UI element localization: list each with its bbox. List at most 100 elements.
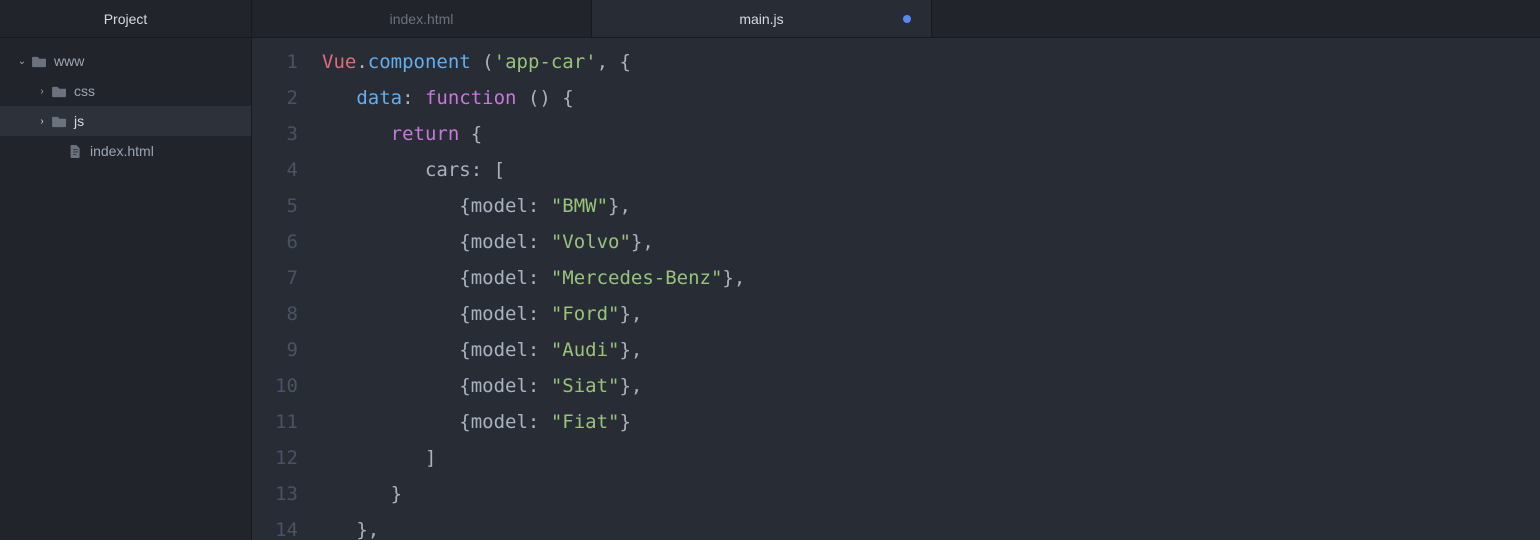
code-area[interactable]: Vue.component ('app-car', { data: functi…: [310, 44, 1540, 540]
folder-icon: [50, 85, 68, 98]
line-number: 8: [252, 296, 298, 332]
code-line[interactable]: {model: "Mercedes-Benz"},: [322, 260, 1540, 296]
token: },: [322, 519, 379, 540]
token: },: [631, 231, 654, 253]
dirty-indicator-icon: [903, 15, 911, 23]
token: [322, 87, 356, 109]
token: model: [471, 195, 528, 217]
tree-item-label: index.html: [90, 143, 154, 159]
line-number: 13: [252, 476, 298, 512]
token: :: [528, 339, 551, 361]
token: , {: [597, 51, 631, 73]
code-line[interactable]: {model: "Ford"},: [322, 296, 1540, 332]
token: return: [391, 123, 460, 145]
line-number: 2: [252, 80, 298, 116]
token: "Audi": [551, 339, 620, 361]
token: Vue: [322, 51, 356, 73]
token: },: [619, 303, 642, 325]
line-number: 12: [252, 440, 298, 476]
token: }: [322, 483, 402, 505]
token: .: [356, 51, 367, 73]
tree-item-index-html[interactable]: index.html: [0, 136, 251, 166]
token: },: [619, 339, 642, 361]
line-number: 3: [252, 116, 298, 152]
line-number: 9: [252, 332, 298, 368]
file-icon: [66, 145, 84, 158]
token: :: [528, 231, 551, 253]
token: [322, 123, 391, 145]
token: function: [425, 87, 517, 109]
sidebar-title: Project: [0, 0, 251, 38]
token: :: [528, 303, 551, 325]
token: data: [356, 87, 402, 109]
line-number: 10: [252, 368, 298, 404]
editor[interactable]: 1234567891011121314 Vue.component ('app-…: [252, 38, 1540, 540]
token: () {: [517, 87, 574, 109]
token: {: [322, 339, 471, 361]
token: model: [471, 231, 528, 253]
line-number: 1: [252, 44, 298, 80]
folder-icon: [50, 115, 68, 128]
chevron-icon: ⌄: [14, 56, 30, 67]
token: {: [459, 123, 482, 145]
token: :: [528, 195, 551, 217]
tab-label: index.html: [390, 11, 454, 27]
tree-item-css[interactable]: › css: [0, 76, 251, 106]
token: [322, 159, 425, 181]
code-line[interactable]: {model: "BMW"},: [322, 188, 1540, 224]
token: {: [322, 267, 471, 289]
token: 'app-car': [494, 51, 597, 73]
token: }: [619, 411, 630, 433]
line-number: 4: [252, 152, 298, 188]
main-panel: index.htmlmain.js 1234567891011121314 Vu…: [252, 0, 1540, 540]
tab-index-html[interactable]: index.html: [252, 0, 592, 37]
token: (: [471, 51, 494, 73]
file-tree: ⌄ www › css › js index.html: [0, 38, 251, 166]
token: "Siat": [551, 375, 620, 397]
code-line[interactable]: cars: [: [322, 152, 1540, 188]
token: },: [608, 195, 631, 217]
tree-item-www[interactable]: ⌄ www: [0, 46, 251, 76]
code-line[interactable]: }: [322, 476, 1540, 512]
chevron-icon: ›: [34, 116, 50, 127]
token: "Ford": [551, 303, 620, 325]
chevron-icon: ›: [34, 86, 50, 97]
tree-item-js[interactable]: › js: [0, 106, 251, 136]
line-number: 7: [252, 260, 298, 296]
token: {: [322, 195, 471, 217]
code-line[interactable]: {model: "Audi"},: [322, 332, 1540, 368]
token: {: [322, 303, 471, 325]
code-line[interactable]: {model: "Volvo"},: [322, 224, 1540, 260]
token: model: [471, 303, 528, 325]
sidebar: Project ⌄ www › css › js index.html: [0, 0, 252, 540]
token: model: [471, 375, 528, 397]
token: "Mercedes-Benz": [551, 267, 723, 289]
code-line[interactable]: data: function () {: [322, 80, 1540, 116]
line-number: 14: [252, 512, 298, 540]
code-line[interactable]: {model: "Fiat"}: [322, 404, 1540, 440]
tab-label: main.js: [739, 11, 783, 27]
code-line[interactable]: {model: "Siat"},: [322, 368, 1540, 404]
code-line[interactable]: ]: [322, 440, 1540, 476]
code-line[interactable]: return {: [322, 116, 1540, 152]
token: "Volvo": [551, 231, 631, 253]
token: model: [471, 339, 528, 361]
token: },: [619, 375, 642, 397]
tree-item-label: css: [74, 83, 95, 99]
token: :: [528, 375, 551, 397]
tab-main-js[interactable]: main.js: [592, 0, 932, 37]
gutter: 1234567891011121314: [252, 44, 310, 540]
tree-item-label: www: [54, 53, 84, 69]
token: :: [528, 411, 551, 433]
line-number: 5: [252, 188, 298, 224]
token: : [: [471, 159, 505, 181]
code-line[interactable]: },: [322, 512, 1540, 540]
token: "Fiat": [551, 411, 620, 433]
token: {: [322, 375, 471, 397]
token: model: [471, 267, 528, 289]
tree-item-label: js: [74, 113, 84, 129]
token: model: [471, 411, 528, 433]
token: {: [322, 411, 471, 433]
code-line[interactable]: Vue.component ('app-car', {: [322, 44, 1540, 80]
folder-icon: [30, 55, 48, 68]
